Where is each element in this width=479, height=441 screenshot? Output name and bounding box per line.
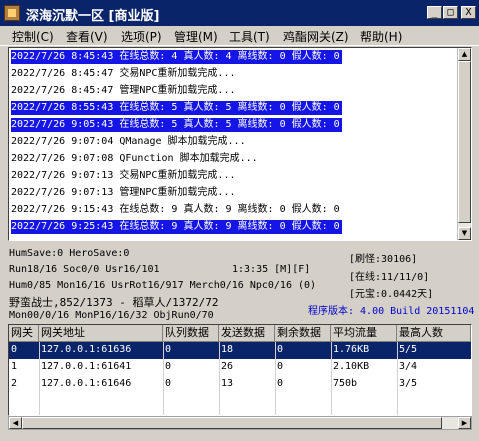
menu-help[interactable]: 帮助(H) xyxy=(360,28,402,45)
log-line: 2022/7/26 9:07:08 QFunction 脚本加载完成... xyxy=(11,153,258,164)
close-button[interactable]: X xyxy=(461,6,476,19)
column-header-gateway[interactable]: 网关 xyxy=(9,325,39,342)
table-cell: 127.0.0.1:61646 xyxy=(41,378,132,389)
menu-gateway[interactable]: 鸡酯网关(Z) xyxy=(283,28,349,45)
table-cell: 0 xyxy=(277,378,284,389)
table-cell: 750b xyxy=(333,378,358,389)
table-cell: 0 xyxy=(165,378,172,389)
table-cell: 0 xyxy=(11,344,18,355)
table-cell: 18 xyxy=(221,344,234,355)
table-cell: 0 xyxy=(165,344,172,355)
log-vertical-scrollbar[interactable]: ▲ ▼ xyxy=(457,48,471,240)
monster-stats: Mon00/0/16 MonP16/16/32 ObjRun0/70 xyxy=(9,310,214,321)
log-line: 2022/7/26 9:15:43 在线总数: 9 真人数: 9 离线数: 0 … xyxy=(11,204,340,215)
table-cell: 2 xyxy=(11,378,18,389)
table-cell: 3/4 xyxy=(399,361,418,372)
column-divider xyxy=(275,342,276,415)
title-bar[interactable]: 深海沉默一区 [商业版] _ □ X xyxy=(0,0,479,26)
log-line: 2022/7/26 9:05:43 在线总数: 5 真人数: 5 离线数: 0 … xyxy=(11,118,342,132)
menu-bar: 控制(C) 查看(V) 选项(P) 管理(M) 工具(T) 鸡酯网关(Z) 帮助… xyxy=(0,26,479,46)
run-stats: Run18/16 Soc0/0 Usr16/101 xyxy=(9,264,160,275)
scroll-up-icon[interactable]: ▲ xyxy=(458,48,471,61)
table-horizontal-scrollbar[interactable]: ◀ ▶ xyxy=(8,416,472,430)
maximize-button[interactable]: □ xyxy=(443,6,458,19)
table-cell: 127.0.0.1:61636 xyxy=(41,344,132,355)
human-stats: Hum0/85 Mon16/16 UsrRot16/917 Merch0/16 … xyxy=(9,280,317,291)
server-window: 深海沉默一区 [商业版] _ □ X 控制(C) 查看(V) 选项(P) 管理(… xyxy=(0,0,479,441)
menu-control[interactable]: 控制(C) xyxy=(12,28,54,45)
column-divider xyxy=(39,342,40,415)
table-cell: 0 xyxy=(277,361,284,372)
minimize-button[interactable]: _ xyxy=(427,6,442,19)
table-cell: 26 xyxy=(221,361,234,372)
window-title: 深海沉默一区 [商业版] xyxy=(26,9,160,24)
table-cell: 3/5 xyxy=(399,378,418,389)
column-header-max-users[interactable]: 最高人数 xyxy=(397,325,471,342)
monster-info: 野蛮战士,852/1373 - 稻草人/1372/72 xyxy=(9,296,219,309)
log-line: 2022/7/26 8:45:47 交易NPC重新加载完成... xyxy=(11,68,236,79)
column-divider xyxy=(219,342,220,415)
table-cell: 13 xyxy=(221,378,234,389)
table-cell: 1 xyxy=(11,361,18,372)
table-cell: 1.76KB xyxy=(333,344,370,355)
save-stats: HumSave:0 HeroSave:0 xyxy=(9,248,130,259)
menu-view[interactable]: 查看(V) xyxy=(66,28,108,45)
menu-manage[interactable]: 管理(M) xyxy=(174,28,218,45)
online-count: [在线:11/11/0] xyxy=(349,272,430,283)
log-line: 2022/7/26 9:07:13 管理NPC重新加载完成... xyxy=(11,187,236,198)
horizontal-scroll-thumb[interactable] xyxy=(22,417,442,429)
column-header-traffic[interactable]: 平均流量 xyxy=(331,325,397,342)
scroll-down-icon[interactable]: ▼ xyxy=(458,227,471,240)
app-icon xyxy=(4,5,20,21)
table-cell: 0 xyxy=(277,344,284,355)
log-line: 2022/7/26 9:07:13 交易NPC重新加载完成... xyxy=(11,170,236,181)
column-header-remaining[interactable]: 剩余数据 xyxy=(275,325,331,342)
menu-options[interactable]: 选项(P) xyxy=(121,28,162,45)
column-divider xyxy=(331,342,332,415)
column-divider xyxy=(397,342,398,415)
monster-refresh-count: [刷怪:30106] xyxy=(349,254,418,265)
menu-tools[interactable]: 工具(T) xyxy=(229,28,270,45)
log-line: 2022/7/26 8:45:43 在线总数: 4 真人数: 4 离线数: 0 … xyxy=(11,50,342,64)
column-header-queue[interactable]: 队列数据 xyxy=(163,325,219,342)
table-cell: 0 xyxy=(165,361,172,372)
version-label: 程序版本: 4.00 Build 20151104 xyxy=(308,306,475,317)
table-cell: 5/5 xyxy=(399,344,418,355)
log-line: 2022/7/26 9:25:43 在线总数: 9 真人数: 9 离线数: 0 … xyxy=(11,220,342,234)
scroll-left-icon[interactable]: ◀ xyxy=(9,417,22,429)
uptime: 1:3:35 [M][F] xyxy=(232,264,311,275)
gateway-table[interactable]: 网关 网关地址 队列数据 发送数据 剩余数据 平均流量 最高人数 0 127.0… xyxy=(8,324,472,416)
column-divider xyxy=(163,342,164,415)
log-line: 2022/7/26 9:07:04 QManage 脚本加载完成... xyxy=(11,136,246,147)
log-panel[interactable]: 2022/7/26 8:45:43 在线总数: 4 真人数: 4 离线数: 0 … xyxy=(8,47,472,241)
column-header-address[interactable]: 网关地址 xyxy=(39,325,163,342)
table-cell: 2.10KB xyxy=(333,361,370,372)
log-line: 2022/7/26 8:55:43 在线总数: 5 真人数: 5 离线数: 0 … xyxy=(11,101,342,115)
yuanbao-status: [元宝:0.0442天] xyxy=(349,289,434,300)
table-cell: 127.0.0.1:61641 xyxy=(41,361,132,372)
column-header-sent[interactable]: 发送数据 xyxy=(219,325,275,342)
log-line: 2022/7/26 8:45:47 管理NPC重新加载完成... xyxy=(11,85,236,96)
scroll-right-icon[interactable]: ▶ xyxy=(458,417,471,429)
scroll-thumb[interactable] xyxy=(458,61,471,223)
